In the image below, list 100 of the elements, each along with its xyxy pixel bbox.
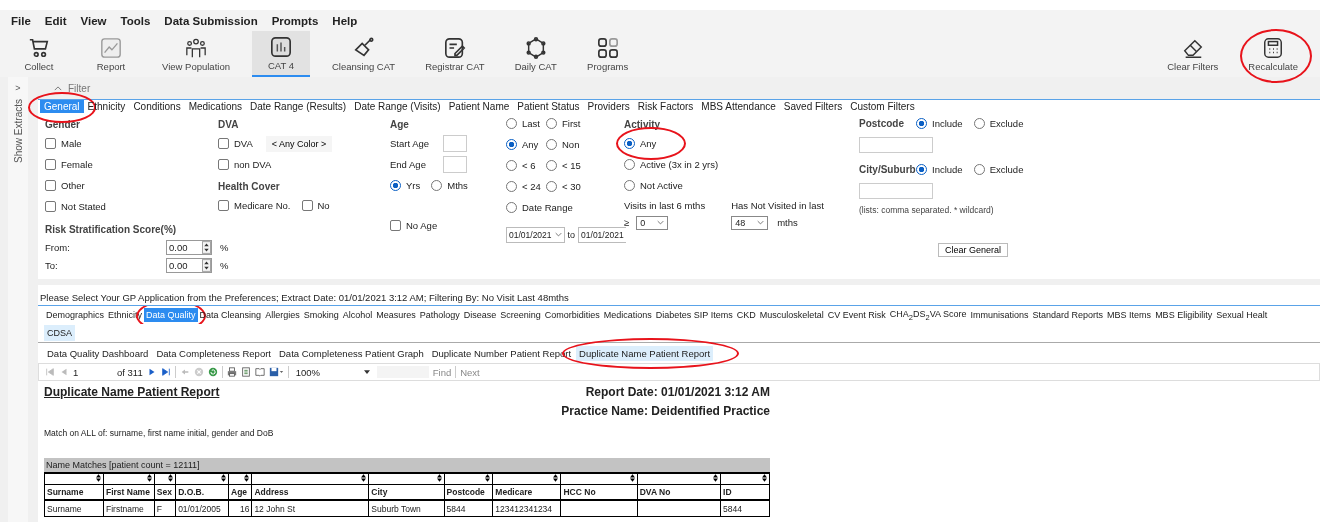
page-layout-icon[interactable] xyxy=(240,367,251,377)
sort-icon[interactable] xyxy=(95,474,101,482)
radio-button[interactable] xyxy=(506,160,517,171)
radio-button[interactable] xyxy=(431,180,443,191)
print-icon[interactable] xyxy=(226,367,237,377)
checkbox[interactable] xyxy=(218,159,229,170)
toolbar-button[interactable]: Registrar CAT xyxy=(417,31,493,77)
report-tab[interactable]: Sexual Healt xyxy=(1214,308,1270,322)
report-tab[interactable]: Immunisations xyxy=(968,308,1031,322)
radio-button[interactable] xyxy=(506,139,517,150)
date-dropdown[interactable]: 01/01/2021 xyxy=(506,226,565,243)
checkbox[interactable] xyxy=(390,220,401,231)
toolbar-button[interactable]: Collect xyxy=(10,31,68,77)
side-panel[interactable]: > Show Extracts xyxy=(8,77,28,522)
filter-tab[interactable]: Patient Name xyxy=(444,100,514,113)
expand-arrow[interactable]: > xyxy=(15,83,21,93)
save-icon[interactable] xyxy=(268,367,284,377)
toolbar-button[interactable]: Cleansing CAT xyxy=(323,31,404,77)
zoom-dropdown[interactable]: 100% xyxy=(292,366,373,378)
radio-button[interactable] xyxy=(506,181,517,192)
next-link[interactable]: Next xyxy=(460,366,480,378)
number-field[interactable]: 0.00 xyxy=(166,239,212,255)
report-tab[interactable]: Diabetes SIP Items xyxy=(653,308,735,322)
menu-item[interactable]: Help xyxy=(332,14,358,27)
report-tab[interactable]: Smoking xyxy=(301,308,341,322)
dropdown[interactable]: 48 xyxy=(731,215,769,230)
report-tab[interactable]: Demographics xyxy=(44,308,107,322)
dropdown[interactable]: 0 xyxy=(636,215,669,230)
report-tab[interactable]: Measures xyxy=(374,308,418,322)
sort-icon[interactable] xyxy=(221,474,226,482)
sort-icon[interactable] xyxy=(168,474,174,482)
report-tab[interactable]: Allergies xyxy=(263,308,302,322)
radio-button[interactable] xyxy=(546,118,557,129)
toolbar-button[interactable]: Daily CAT xyxy=(506,31,565,77)
report-tab[interactable]: Pathology xyxy=(417,308,462,322)
find-link[interactable]: Find xyxy=(432,366,452,378)
sort-icon[interactable] xyxy=(146,474,152,482)
menu-item[interactable]: Prompts xyxy=(271,14,319,27)
radio-button[interactable] xyxy=(390,180,401,191)
menu-item[interactable]: Data Submission xyxy=(164,14,258,27)
menu-item[interactable]: File xyxy=(11,14,31,27)
sort-icon[interactable] xyxy=(762,474,767,482)
report-tab[interactable]: Medications xyxy=(601,308,654,322)
book-icon[interactable] xyxy=(254,367,265,377)
radio-button[interactable] xyxy=(624,159,635,170)
toolbar-button[interactable]: Report xyxy=(82,31,140,77)
sort-icon[interactable] xyxy=(485,474,491,482)
report-subtab[interactable]: Data Quality Dashboard xyxy=(44,346,152,361)
report-tab[interactable]: CHA$_{2}$DS$_{2}$VA Score xyxy=(887,306,969,324)
radio-button[interactable] xyxy=(506,202,517,213)
refresh-icon[interactable] xyxy=(207,367,218,377)
input-field[interactable] xyxy=(859,183,933,199)
color-button[interactable]: < Any Color > xyxy=(265,135,333,152)
filter-tab[interactable]: Date Range (Visits) xyxy=(350,100,445,113)
report-tab[interactable]: CV Event Risk xyxy=(825,308,888,322)
menu-item[interactable]: Tools xyxy=(120,14,151,27)
input-field[interactable] xyxy=(859,137,933,153)
radio-button[interactable] xyxy=(916,118,927,129)
sort-icon[interactable] xyxy=(244,474,250,482)
report-tab[interactable]: CKD xyxy=(734,308,758,322)
filter-tab[interactable]: Risk Factors xyxy=(633,100,698,113)
spinner-icon[interactable] xyxy=(202,240,211,254)
radio-button[interactable] xyxy=(624,180,635,191)
radio-button[interactable] xyxy=(916,164,927,175)
report-subtab[interactable]: Data Completeness Report xyxy=(153,346,274,361)
checkbox[interactable] xyxy=(218,200,229,211)
menu-item[interactable]: View xyxy=(80,14,107,27)
radio-button[interactable] xyxy=(546,181,557,192)
report-tab[interactable]: MBS Items xyxy=(1105,308,1154,322)
toolbar-button[interactable]: View Population xyxy=(154,31,238,77)
menu-item[interactable]: Edit xyxy=(44,14,67,27)
page-field[interactable]: 1 xyxy=(73,366,113,378)
radio-button[interactable] xyxy=(546,139,557,150)
number-field[interactable]: 0.00 xyxy=(166,257,212,273)
report-subtab[interactable]: Duplicate Name Patient Report xyxy=(576,346,714,361)
radio-button[interactable] xyxy=(506,118,517,129)
last-page-icon[interactable] xyxy=(160,367,171,377)
radio-button[interactable] xyxy=(546,160,557,171)
filter-tab[interactable]: Providers xyxy=(583,100,634,113)
filter-tab[interactable]: Patient Status xyxy=(513,100,584,113)
sort-icon[interactable] xyxy=(713,474,719,482)
date-field[interactable]: 01/01/2021 xyxy=(578,226,626,243)
checkbox[interactable] xyxy=(45,138,56,149)
clear-button[interactable]: Clear General xyxy=(938,243,1009,257)
sort-icon[interactable] xyxy=(361,474,367,482)
report-tab[interactable]: Alcohol xyxy=(340,308,375,322)
sort-icon[interactable] xyxy=(629,474,635,482)
spinner-icon[interactable] xyxy=(202,258,211,272)
filter-tab[interactable]: Date Range (Results) xyxy=(246,100,351,113)
toolbar-button[interactable]: Recalculate xyxy=(1240,31,1306,77)
toolbar-button[interactable]: Programs xyxy=(578,31,637,77)
filter-tab[interactable]: Custom Filters xyxy=(846,100,919,113)
report-tab[interactable]: Disease xyxy=(461,308,499,322)
sort-icon[interactable] xyxy=(553,474,559,482)
checkbox[interactable] xyxy=(45,180,56,191)
input-field[interactable] xyxy=(443,156,467,173)
radio-button[interactable] xyxy=(973,118,985,129)
sort-icon[interactable] xyxy=(436,474,442,482)
checkbox[interactable] xyxy=(45,201,56,212)
checkbox[interactable] xyxy=(218,138,229,149)
